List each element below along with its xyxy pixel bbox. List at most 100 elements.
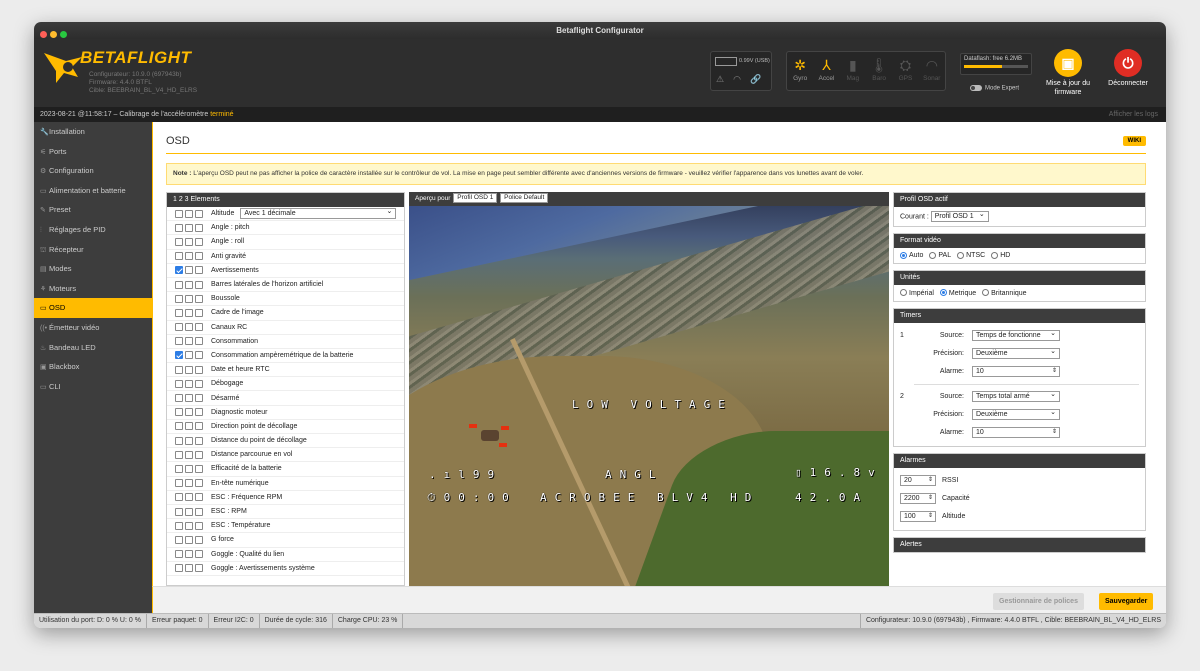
- radio-button[interactable]: [900, 289, 907, 297]
- profile-1-checkbox[interactable]: [175, 521, 183, 530]
- profile-1-checkbox[interactable]: [175, 223, 183, 232]
- profile-3-checkbox[interactable]: [195, 308, 203, 317]
- profile-3-checkbox[interactable]: [195, 450, 203, 459]
- profile-1-checkbox[interactable]: [175, 422, 183, 431]
- timer-2-precision-select[interactable]: Deuxième: [972, 408, 1060, 421]
- sidebar-item-blackbox[interactable]: ▣ Blackbox: [34, 357, 152, 377]
- sidebar-item-preset[interactable]: ✎ Preset: [34, 200, 152, 220]
- sidebar-item-configuration[interactable]: ⚙ Configuration: [34, 161, 152, 181]
- profile-3-checkbox[interactable]: [195, 223, 203, 232]
- units-option-britannique[interactable]: Britannique: [982, 289, 1027, 297]
- profile-2-checkbox[interactable]: [185, 422, 193, 431]
- profile-1-checkbox[interactable]: [175, 266, 183, 275]
- units-option-imp-rial[interactable]: Impérial: [900, 289, 934, 297]
- profile-3-checkbox[interactable]: [195, 507, 203, 516]
- sidebar-item-bandeau-led[interactable]: ♨ Bandeau LED: [34, 338, 152, 358]
- profile-3-checkbox[interactable]: [195, 266, 203, 275]
- profile-3-checkbox[interactable]: [195, 379, 203, 388]
- close-window-button[interactable]: [40, 31, 47, 38]
- profile-2-checkbox[interactable]: [185, 521, 193, 530]
- sidebar-item-installation[interactable]: 🔧Installation: [34, 122, 152, 142]
- timer-1-precision-select[interactable]: Deuxième: [972, 347, 1060, 360]
- expert-mode-toggle[interactable]: Mode Expert: [970, 85, 1019, 92]
- profile-1-checkbox[interactable]: [175, 252, 183, 261]
- profile-1-checkbox[interactable]: [175, 564, 183, 573]
- osd-current[interactable]: 42.0A: [795, 491, 868, 504]
- profile-1-checkbox[interactable]: [175, 550, 183, 559]
- profile-2-checkbox[interactable]: [185, 365, 193, 374]
- profile-2-checkbox[interactable]: [185, 237, 193, 246]
- toggle-icon[interactable]: [970, 85, 982, 91]
- profile-3-checkbox[interactable]: [195, 564, 203, 573]
- profile-1-checkbox[interactable]: [175, 464, 183, 473]
- profile-3-checkbox[interactable]: [195, 479, 203, 488]
- profile-2-checkbox[interactable]: [185, 493, 193, 502]
- profile-1-checkbox[interactable]: [175, 209, 183, 218]
- profile-1-checkbox[interactable]: [175, 493, 183, 502]
- profile-1-checkbox[interactable]: [175, 337, 183, 346]
- profile-3-checkbox[interactable]: [195, 394, 203, 403]
- profile-2-checkbox[interactable]: [185, 280, 193, 289]
- sidebar-item--metteur-vid-o[interactable]: ((• Émetteur vidéo: [34, 318, 152, 338]
- profile-1-checkbox[interactable]: [175, 280, 183, 289]
- profile-1-checkbox[interactable]: [175, 450, 183, 459]
- profile-2-checkbox[interactable]: [185, 223, 193, 232]
- profile-3-checkbox[interactable]: [195, 280, 203, 289]
- radio-button[interactable]: [982, 289, 990, 297]
- sidebar-item-modes[interactable]: ▤ Modes: [34, 259, 152, 279]
- show-logs-link[interactable]: Afficher les logs: [1109, 107, 1158, 122]
- profile-1-checkbox[interactable]: [175, 351, 183, 360]
- radio-button[interactable]: [929, 252, 937, 259]
- profile-3-checkbox[interactable]: [195, 209, 203, 218]
- profile-1-checkbox[interactable]: [175, 507, 183, 516]
- video-format-option-auto[interactable]: Auto: [900, 252, 923, 259]
- profile-select[interactable]: Profil OSD 1: [930, 210, 989, 222]
- timer-1-alarm-input[interactable]: 10: [972, 366, 1060, 378]
- radio-button[interactable]: [939, 289, 947, 297]
- profile-3-checkbox[interactable]: [195, 436, 203, 445]
- profile-3-checkbox[interactable]: [195, 351, 203, 360]
- osd-angle-mode[interactable]: ANGL: [605, 468, 664, 481]
- radio-button[interactable]: [900, 252, 907, 259]
- profile-2-checkbox[interactable]: [185, 564, 193, 573]
- sidebar-item-cli[interactable]: ▭ CLI: [34, 377, 152, 397]
- profile-2-checkbox[interactable]: [185, 294, 193, 303]
- alarm-value-input[interactable]: 100: [900, 511, 936, 523]
- minimize-window-button[interactable]: [50, 31, 57, 38]
- profile-3-checkbox[interactable]: [195, 252, 203, 261]
- profile-2-checkbox[interactable]: [185, 323, 193, 332]
- profile-2-checkbox[interactable]: [185, 209, 193, 218]
- video-format-option-pal[interactable]: PAL: [929, 252, 951, 259]
- profile-1-checkbox[interactable]: [175, 535, 183, 544]
- profile-3-checkbox[interactable]: [195, 323, 203, 332]
- profile-2-checkbox[interactable]: [185, 337, 193, 346]
- radio-button[interactable]: [991, 252, 999, 259]
- osd-timer[interactable]: ⏱00:00: [427, 491, 517, 505]
- profile-2-checkbox[interactable]: [185, 550, 193, 559]
- sidebar-item-r-glages-de-pid[interactable]: ⫶ Réglages de PID: [34, 220, 152, 240]
- preview-font-select[interactable]: Police Default: [500, 193, 549, 204]
- profile-3-checkbox[interactable]: [195, 365, 203, 374]
- profile-3-checkbox[interactable]: [195, 521, 203, 530]
- preview-profile-select[interactable]: Profil OSD 1: [453, 193, 498, 204]
- font-manager-button[interactable]: Gestionnaire de polices: [993, 593, 1084, 610]
- sidebar-item-moteurs[interactable]: ⚘ Moteurs: [34, 279, 152, 299]
- osd-voltage[interactable]: ▯16.8v: [795, 466, 883, 479]
- profile-2-checkbox[interactable]: [185, 266, 193, 275]
- alarm-value-input[interactable]: 2200: [900, 493, 936, 505]
- profile-2-checkbox[interactable]: [185, 464, 193, 473]
- update-firmware-button[interactable]: ▣ Mise à jour du firmware: [1038, 49, 1098, 97]
- alarm-value-input[interactable]: 20: [900, 475, 936, 487]
- profile-2-checkbox[interactable]: [185, 436, 193, 445]
- profile-1-checkbox[interactable]: [175, 323, 183, 332]
- profile-2-checkbox[interactable]: [185, 379, 193, 388]
- sidebar-item-r-cepteur[interactable]: ⛫ Récepteur: [34, 240, 152, 260]
- profile-3-checkbox[interactable]: [195, 422, 203, 431]
- profile-3-checkbox[interactable]: [195, 337, 203, 346]
- osd-rssi[interactable]: .ıl99: [429, 468, 502, 481]
- profile-2-checkbox[interactable]: [185, 408, 193, 417]
- profile-3-checkbox[interactable]: [195, 294, 203, 303]
- profile-3-checkbox[interactable]: [195, 408, 203, 417]
- profile-2-checkbox[interactable]: [185, 450, 193, 459]
- sidebar-item-alimentation-et-batterie[interactable]: ▭ Alimentation et batterie: [34, 181, 152, 201]
